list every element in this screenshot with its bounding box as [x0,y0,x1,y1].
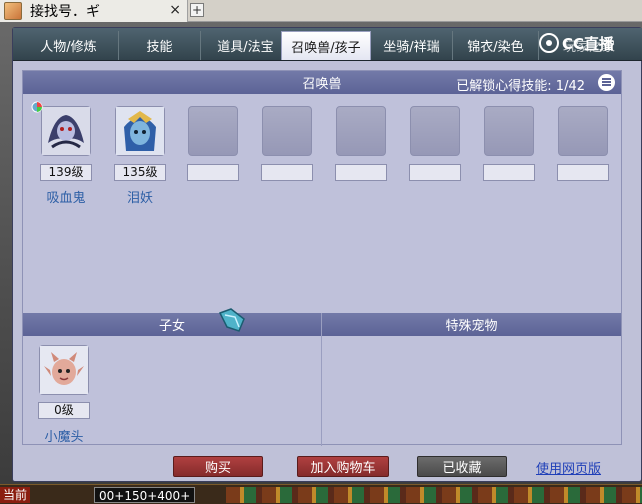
empty-pet-slot[interactable] [262,106,312,156]
children-section-title: 子女 [158,319,185,334]
add-to-cart-button[interactable]: 加入购物车 [297,456,389,477]
little-demon-child-icon [40,346,88,394]
skill-unlock-status: 已解锁心得技能: 1/42 [456,79,585,94]
section-divider [321,313,322,446]
pet-slot-vampire[interactable] [41,106,91,156]
favorited-button[interactable]: 已收藏 [417,456,507,477]
buy-button[interactable]: 购买 [173,456,263,477]
browser-tab-title: 接找号．ギ [30,4,100,20]
coordinate-readout: 00+150+400+ [94,487,196,503]
summon-panel: 召唤兽 已解锁心得技能: 1/42 139级 吸血鬼 135级 泪妖 子女 特殊… [22,70,622,446]
empty-pet-slot[interactable] [484,106,534,156]
list-icon[interactable] [598,74,615,91]
tab-character[interactable]: 人物/修炼 [19,31,119,60]
close-icon[interactable]: × [169,2,181,18]
empty-pet-slot[interactable] [410,106,460,156]
tab-skills[interactable]: 技能 [119,31,201,60]
empty-level-box [261,164,313,181]
empty-level-box [187,164,239,181]
rainbow-badge-icon [31,101,43,113]
empty-level-box [409,164,461,181]
character-info-window: 人物/修炼 技能 道具/法宝 召唤兽/孩子 坐骑/祥瑞 锦衣/染色 玩家之家 C… [12,27,642,482]
special-pets-section-header: 特殊宠物 [322,313,621,336]
new-tab-plus-icon[interactable]: + [190,3,204,17]
tear-demon-pet-icon [116,107,164,155]
vampire-pet-icon [42,107,90,155]
tab-summons[interactable]: 召唤兽/孩子 [281,31,371,60]
cc-live-logo: CC直播 [539,28,614,58]
browser-tab-bar: 接找号．ギ × + [0,0,642,22]
special-pets-section-title: 特殊宠物 [445,319,498,334]
empty-pet-slot[interactable] [336,106,386,156]
game-taskbar: 当前 00+150+400+ [0,484,642,504]
window-header: 人物/修炼 技能 道具/法宝 召唤兽/孩子 坐骑/祥瑞 锦衣/染色 玩家之家 C… [13,28,642,61]
tab-outfits[interactable]: 锦衣/染色 [453,31,539,60]
browser-tab[interactable]: 接找号．ギ × [0,0,188,22]
child-level: 0级 [38,402,90,419]
summon-section-header: 召唤兽 已解锁心得技能: 1/42 [23,71,621,94]
taskbar-item-icons[interactable] [226,487,642,503]
cc-logo-icon [539,33,559,53]
tab-mounts[interactable]: 坐骑/祥瑞 [371,31,453,60]
pet-name[interactable]: 泪妖 [105,187,175,206]
empty-level-box [335,164,387,181]
pet-slot-tear-demon[interactable] [115,106,165,156]
avatar-icon [4,2,22,20]
current-channel-label[interactable]: 当前 [0,487,31,503]
child-slot[interactable] [39,345,89,395]
child-name[interactable]: 小魔头 [29,426,99,445]
tab-items[interactable]: 道具/法宝 [201,31,291,60]
empty-pet-slot[interactable] [558,106,608,156]
pet-name[interactable]: 吸血鬼 [31,187,101,206]
web-version-link[interactable]: 使用网页版 [536,458,601,477]
gem-cursor-icon [218,308,245,332]
empty-pet-slot[interactable] [188,106,238,156]
children-section-header: 子女 [23,313,321,336]
summon-section-title: 召唤兽 [302,77,342,92]
empty-level-box [557,164,609,181]
pet-level: 135级 [114,164,166,181]
pet-level: 139级 [40,164,92,181]
cc-logo-text: CC直播 [562,34,615,53]
empty-level-box [483,164,535,181]
